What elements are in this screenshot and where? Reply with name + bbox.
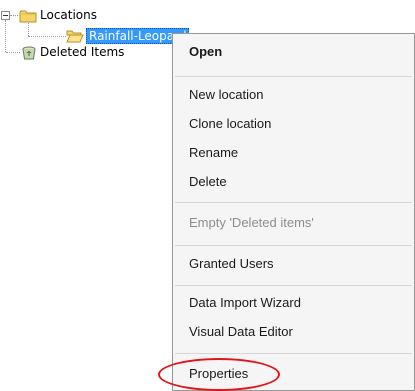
menu-item-new-location[interactable]: New location (189, 87, 263, 102)
menu-separator (175, 285, 412, 286)
menu-item-visual-data-editor[interactable]: Visual Data Editor (189, 324, 293, 339)
tree-item-locations[interactable]: Locations (40, 8, 97, 22)
folder-icon (19, 8, 37, 23)
tree-connector (5, 20, 6, 52)
menu-separator (175, 353, 412, 354)
menu-item-clone-location[interactable]: Clone location (189, 116, 271, 131)
menu-item-data-import-wizard[interactable]: Data Import Wizard (189, 295, 301, 310)
tree-item-deleted-items[interactable]: Deleted Items (40, 45, 124, 59)
menu-item-empty-deleted-items: Empty 'Deleted items' (189, 215, 314, 230)
menu-item-granted-users[interactable]: Granted Users (189, 256, 274, 271)
menu-separator (175, 202, 412, 203)
open-folder-icon (66, 28, 84, 43)
context-menu: Open New location Clone location Rename … (172, 33, 415, 391)
tree-connector (6, 52, 20, 53)
tree-connector (28, 36, 66, 37)
menu-separator (175, 245, 412, 246)
collapse-minus-icon[interactable] (1, 11, 10, 20)
tree-connector (10, 15, 18, 16)
menu-item-delete[interactable]: Delete (189, 174, 227, 189)
menu-item-open[interactable]: Open (189, 44, 222, 59)
menu-separator (175, 76, 412, 77)
highlight-annotation-oval (158, 358, 280, 391)
recycle-bin-icon (20, 45, 38, 60)
menu-item-rename[interactable]: Rename (189, 145, 238, 160)
